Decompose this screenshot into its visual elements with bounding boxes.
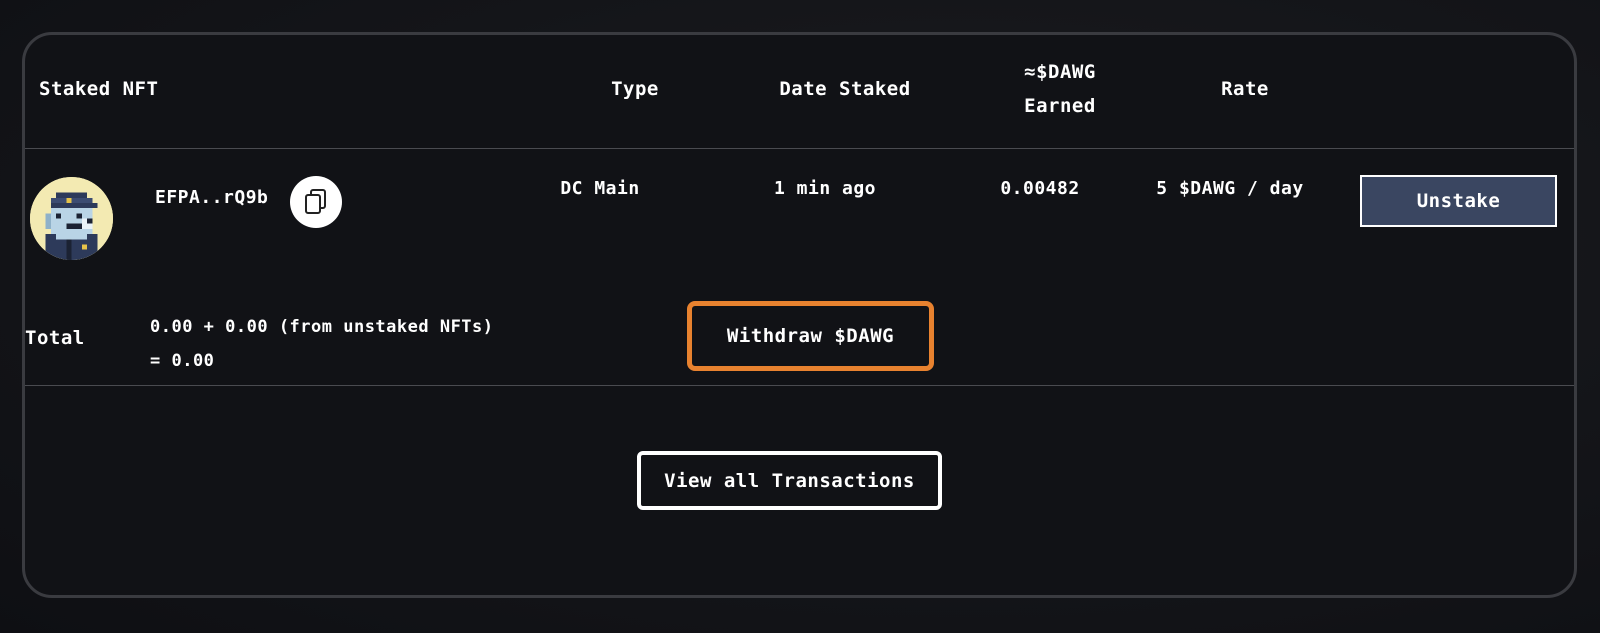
header-date-staked: Date Staked	[779, 78, 911, 100]
total-divider	[25, 385, 1574, 386]
header-rate: Rate	[1221, 78, 1269, 100]
header-type: Type	[611, 78, 659, 100]
copy-button[interactable]	[290, 176, 342, 228]
total-breakdown-line2: = 0.00	[150, 351, 215, 371]
total-breakdown: 0.00 + 0.00 (from unstaked NFTs) = 0.00	[150, 310, 494, 378]
date-staked: 1 min ago	[773, 178, 877, 199]
withdraw-dawg-button[interactable]: Withdraw $DAWG	[687, 301, 934, 371]
header-earned-line1: ≈$DAWG	[1024, 61, 1096, 83]
nft-id: EFPA..rQ9b	[155, 187, 269, 208]
unstake-button[interactable]: Unstake	[1360, 175, 1557, 227]
view-all-transactions-button[interactable]: View all Transactions	[637, 451, 942, 510]
header-earned: ≈$DAWG Earned	[980, 55, 1140, 123]
header-earned-line2: Earned	[1024, 95, 1096, 117]
header-divider	[25, 148, 1574, 149]
staking-panel: Staked NFT Type Date Staked ≈$DAWG Earne…	[22, 32, 1577, 598]
total-breakdown-line1: 0.00 + 0.00 (from unstaked NFTs)	[150, 317, 494, 337]
copy-icon	[305, 189, 326, 214]
nft-type: DC Main	[560, 178, 640, 199]
total-label: Total	[25, 327, 85, 349]
nft-avatar[interactable]	[30, 177, 113, 260]
earned-value: 0.00482	[1000, 178, 1080, 199]
header-staked-nft: Staked NFT	[39, 78, 159, 100]
rate-value: 5 $DAWG / day	[1156, 178, 1304, 199]
dog-avatar-icon	[30, 177, 113, 260]
